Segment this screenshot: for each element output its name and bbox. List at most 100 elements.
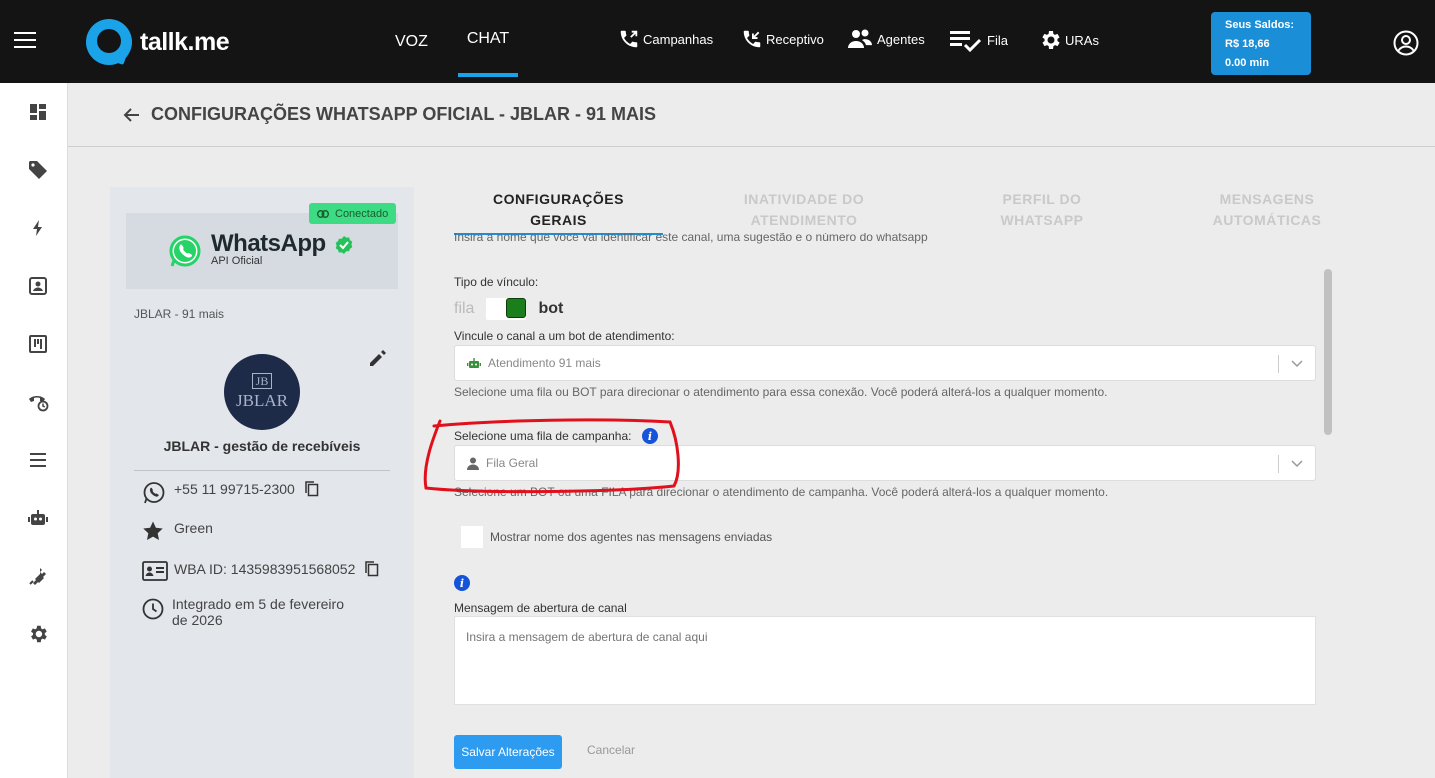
tab-inatividade[interactable]: INATIVIDADE DO ATENDIMENTO xyxy=(704,189,904,231)
lightning-icon[interactable] xyxy=(27,217,49,239)
opening-message-textarea[interactable] xyxy=(454,616,1316,705)
nav-chat-active-indicator xyxy=(458,73,518,77)
nav-voz-label: VOZ xyxy=(395,32,428,50)
scrollbar-thumb[interactable] xyxy=(1324,269,1332,435)
nav-voz[interactable]: VOZ xyxy=(395,0,428,83)
bot-select[interactable]: Atendimento 91 mais xyxy=(454,345,1316,381)
clock-icon xyxy=(142,598,164,623)
cancel-button[interactable]: Cancelar xyxy=(587,743,635,757)
tab-perfil-whatsapp[interactable]: PERFIL DO WHATSAPP xyxy=(952,189,1132,231)
whatsapp-brand-name: WhatsApp xyxy=(211,230,326,257)
save-button[interactable]: Salvar Alterações xyxy=(454,735,562,769)
tab-label-line1: CONFIGURAÇÕES xyxy=(493,191,624,207)
show-agent-names-label: Mostrar nome dos agentes nas mensagens e… xyxy=(490,530,773,544)
api-type: API Oficial xyxy=(211,255,263,267)
gear-icon xyxy=(1042,31,1060,49)
logo-icon xyxy=(86,19,132,65)
link-type-toggle[interactable] xyxy=(486,298,527,320)
nav-uras[interactable]: URAs xyxy=(1038,28,1099,52)
show-agent-names-checkbox[interactable] xyxy=(461,526,483,548)
balance-title: Seus Saldos: xyxy=(1225,19,1295,31)
phone-incoming-icon xyxy=(743,30,761,48)
toggle-knob xyxy=(506,298,527,318)
edit-pencil-icon[interactable] xyxy=(367,347,389,374)
queue-list-icon xyxy=(950,31,982,52)
show-agent-names-option[interactable]: Mostrar nome dos agentes nas mensagens e… xyxy=(461,526,772,548)
tab-label-line2: GERAIS xyxy=(530,212,587,228)
link-type-label: Tipo de vínculo: xyxy=(454,275,539,289)
robot-icon[interactable] xyxy=(27,507,49,529)
phone-outgoing-icon xyxy=(620,30,638,48)
link-type-toggle-group: fila bot xyxy=(454,298,563,320)
link-icon xyxy=(317,209,329,218)
integrated-date: Integrado em 5 de fevereiro de 2026 xyxy=(172,596,344,628)
tab-label-line1: INATIVIDADE DO xyxy=(743,191,865,207)
back-arrow-icon[interactable] xyxy=(122,105,142,130)
toggle-option-bot: bot xyxy=(538,300,564,317)
main-content: CONFIGURAÇÕES WHATSAPP OFICIAL - JBLAR -… xyxy=(68,83,1435,778)
nav-receptivo[interactable]: Receptivo xyxy=(741,28,824,50)
phone-clock-icon[interactable] xyxy=(27,391,49,413)
logo-text: tallk.me xyxy=(140,27,230,56)
divider xyxy=(134,470,390,471)
channel-hint-text: Insira a nome que você vai identificar e… xyxy=(454,233,928,244)
whatsapp-logo-icon xyxy=(168,235,202,274)
nav-campanhas-label: Campanhas xyxy=(643,31,714,47)
nav-uras-label: URAs xyxy=(1065,32,1099,48)
nav-fila-label: Fila xyxy=(987,32,1008,48)
channel-card: Conectado WhatsApp API Oficial JBLAR - 9… xyxy=(110,187,414,778)
avatar-mark: JB xyxy=(251,373,273,389)
balance-minutes: 0.00 min xyxy=(1225,57,1270,69)
wba-row: WBA ID: 1435983951568052 xyxy=(142,561,379,584)
copy-phone-icon[interactable] xyxy=(305,481,319,500)
company-avatar: JB JBLAR xyxy=(224,354,300,430)
whatsapp-phone-icon xyxy=(142,481,166,508)
bot-select-label: Vincule o canal a um bot de atendimento: xyxy=(454,329,675,343)
status-badge-label: Conectado xyxy=(335,207,389,220)
company-name: JBLAR - gestão de recebíveis xyxy=(163,438,361,454)
tab-label-line2: WHATSAPP xyxy=(1000,212,1084,228)
nav-fila[interactable]: Fila xyxy=(950,28,1008,52)
bot-select-value: Atendimento 91 mais xyxy=(488,356,601,370)
left-rail xyxy=(0,83,68,778)
contact-card-icon[interactable] xyxy=(27,275,49,297)
list-icon[interactable] xyxy=(27,449,49,471)
select-separator xyxy=(1278,355,1279,373)
robot-icon xyxy=(467,358,481,368)
plug-icon[interactable] xyxy=(27,565,49,587)
tag-icon[interactable] xyxy=(27,159,49,181)
menu-icon[interactable] xyxy=(14,32,36,50)
tab-label-line2: ATENDIMENTO xyxy=(750,212,858,228)
agents-icon xyxy=(848,29,872,48)
copy-wba-icon[interactable] xyxy=(365,561,379,580)
page-header: CONFIGURAÇÕES WHATSAPP OFICIAL - JBLAR -… xyxy=(68,83,1435,147)
tab-mensagens-automaticas[interactable]: MENSAGENS AUTOMÁTICAS xyxy=(1178,189,1356,231)
tab-configuracoes-gerais[interactable]: CONFIGURAÇÕES GERAIS xyxy=(454,189,663,231)
red-annotation-circle xyxy=(423,418,680,494)
chevron-down-icon[interactable] xyxy=(1290,458,1304,472)
quality-tier: Green xyxy=(174,520,213,536)
bot-helper-text: Selecione uma fila ou BOT para direciona… xyxy=(454,385,1108,399)
chevron-down-icon[interactable] xyxy=(1290,358,1304,372)
logo[interactable]: tallk.me xyxy=(86,19,230,65)
nav-chat[interactable]: CHAT xyxy=(458,0,518,83)
opening-message-info-icon[interactable]: i xyxy=(454,575,470,591)
nav-campanhas[interactable]: Campanhas xyxy=(618,28,713,50)
wba-id: WBA ID: 1435983951568052 xyxy=(174,561,356,577)
id-card-icon xyxy=(142,561,168,584)
status-badge: Conectado xyxy=(309,203,397,224)
user-account-icon[interactable] xyxy=(1393,30,1419,61)
top-bar: tallk.me VOZ CHAT Campanhas Receptivo Ag… xyxy=(0,0,1435,83)
star-icon xyxy=(142,520,166,545)
page-title: CONFIGURAÇÕES WHATSAPP OFICIAL - JBLAR -… xyxy=(151,104,657,124)
nav-chat-label: CHAT xyxy=(466,29,510,47)
nav-agentes[interactable]: Agentes xyxy=(848,28,925,50)
phone-row: +55 11 99715-2300 xyxy=(142,481,319,508)
balance-box[interactable]: Seus Saldos: R$ 18,66 0.00 min xyxy=(1211,12,1311,75)
dashboard-icon[interactable] xyxy=(27,101,49,123)
phone-number: +55 11 99715-2300 xyxy=(174,481,295,497)
settings-gear-icon[interactable] xyxy=(27,623,49,645)
tab-label-line1: MENSAGENS xyxy=(1219,191,1315,207)
kanban-board-icon[interactable] xyxy=(27,333,49,355)
integrated-row: Integrado em 5 de fevereiro de 2026 xyxy=(142,596,362,628)
